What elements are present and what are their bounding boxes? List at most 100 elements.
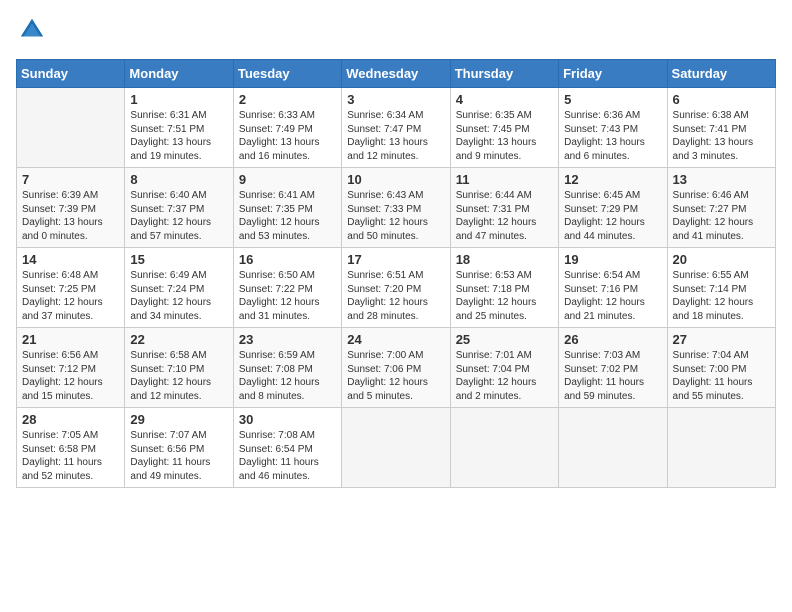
calendar-cell: 1 Sunrise: 6:31 AMSunset: 7:51 PMDaylight…	[125, 88, 233, 168]
calendar-cell: 27 Sunrise: 7:04 AMSunset: 7:00 PMDayligh…	[667, 328, 775, 408]
day-number: 25	[456, 332, 553, 347]
day-info: Sunrise: 6:40 AMSunset: 7:37 PMDaylight:…	[130, 189, 227, 243]
day-info: Sunrise: 7:05 AMSunset: 6:58 PMDaylight:…	[22, 429, 119, 483]
calendar-cell: 25 Sunrise: 7:01 AMSunset: 7:04 PMDayligh…	[450, 328, 558, 408]
day-info: Sunrise: 7:04 AMSunset: 7:00 PMDaylight:…	[673, 349, 770, 403]
week-row-1: 1 Sunrise: 6:31 AMSunset: 7:51 PMDaylight…	[17, 88, 776, 168]
day-number: 12	[564, 172, 661, 187]
day-info: Sunrise: 6:41 AMSunset: 7:35 PMDaylight:…	[239, 189, 336, 243]
logo-icon	[18, 16, 46, 44]
calendar-cell: 19 Sunrise: 6:54 AMSunset: 7:16 PMDayligh…	[559, 248, 667, 328]
weekday-header-thursday: Thursday	[450, 60, 558, 88]
day-number: 27	[673, 332, 770, 347]
day-info: Sunrise: 6:35 AMSunset: 7:45 PMDaylight:…	[456, 109, 553, 163]
calendar-cell: 26 Sunrise: 7:03 AMSunset: 7:02 PMDayligh…	[559, 328, 667, 408]
weekday-header-saturday: Saturday	[667, 60, 775, 88]
day-number: 11	[456, 172, 553, 187]
calendar-cell: 8 Sunrise: 6:40 AMSunset: 7:37 PMDaylight…	[125, 168, 233, 248]
calendar-cell: 30 Sunrise: 7:08 AMSunset: 6:54 PMDayligh…	[233, 408, 341, 488]
weekday-header-sunday: Sunday	[17, 60, 125, 88]
day-number: 19	[564, 252, 661, 267]
day-number: 2	[239, 92, 336, 107]
day-info: Sunrise: 6:48 AMSunset: 7:25 PMDaylight:…	[22, 269, 119, 323]
calendar-cell: 3 Sunrise: 6:34 AMSunset: 7:47 PMDaylight…	[342, 88, 450, 168]
day-number: 29	[130, 412, 227, 427]
day-info: Sunrise: 7:00 AMSunset: 7:06 PMDaylight:…	[347, 349, 444, 403]
calendar-cell: 18Sunrise: 6:53 AMSunset: 7:18 PMDayligh…	[450, 248, 558, 328]
day-info: Sunrise: 6:38 AMSunset: 7:41 PMDaylight:…	[673, 109, 770, 163]
day-info: Sunrise: 6:31 AMSunset: 7:51 PMDaylight:…	[130, 109, 227, 163]
day-info: Sunrise: 6:34 AMSunset: 7:47 PMDaylight:…	[347, 109, 444, 163]
day-info: Sunrise: 7:07 AMSunset: 6:56 PMDaylight:…	[130, 429, 227, 483]
day-number: 26	[564, 332, 661, 347]
day-info: Sunrise: 7:03 AMSunset: 7:02 PMDaylight:…	[564, 349, 661, 403]
calendar-cell: 7 Sunrise: 6:39 AMSunset: 7:39 PMDaylight…	[17, 168, 125, 248]
day-number: 9	[239, 172, 336, 187]
day-number: 20	[673, 252, 770, 267]
day-number: 16	[239, 252, 336, 267]
day-number: 28	[22, 412, 119, 427]
day-info: Sunrise: 7:08 AMSunset: 6:54 PMDaylight:…	[239, 429, 336, 483]
day-info: Sunrise: 6:49 AMSunset: 7:24 PMDaylight:…	[130, 269, 227, 323]
day-number: 3	[347, 92, 444, 107]
day-number: 5	[564, 92, 661, 107]
calendar-cell	[450, 408, 558, 488]
weekday-header-wednesday: Wednesday	[342, 60, 450, 88]
day-number: 1	[130, 92, 227, 107]
calendar-cell: 13 Sunrise: 6:46 AMSunset: 7:27 PMDayligh…	[667, 168, 775, 248]
day-info: Sunrise: 6:43 AMSunset: 7:33 PMDaylight:…	[347, 189, 444, 243]
weekday-header-monday: Monday	[125, 60, 233, 88]
calendar-cell: 5 Sunrise: 6:36 AMSunset: 7:43 PMDaylight…	[559, 88, 667, 168]
day-number: 23	[239, 332, 336, 347]
calendar-cell: 10 Sunrise: 6:43 AMSunset: 7:33 PMDayligh…	[342, 168, 450, 248]
day-info: Sunrise: 6:56 AMSunset: 7:12 PMDaylight:…	[22, 349, 119, 403]
calendar: SundayMondayTuesdayWednesdayThursdayFrid…	[16, 59, 776, 488]
day-number: 30	[239, 412, 336, 427]
calendar-cell: 4 Sunrise: 6:35 AMSunset: 7:45 PMDaylight…	[450, 88, 558, 168]
day-info: Sunrise: 7:01 AMSunset: 7:04 PMDaylight:…	[456, 349, 553, 403]
day-number: 6	[673, 92, 770, 107]
day-info: Sunrise: 6:39 AMSunset: 7:39 PMDaylight:…	[22, 189, 119, 243]
day-number: 17	[347, 252, 444, 267]
page-header	[16, 16, 776, 49]
week-row-3: 14 Sunrise: 6:48 AMSunset: 7:25 PMDayligh…	[17, 248, 776, 328]
day-info: Sunrise: 6:33 AMSunset: 7:49 PMDaylight:…	[239, 109, 336, 163]
day-number: 24	[347, 332, 444, 347]
day-info: Sunrise: 6:51 AMSunset: 7:20 PMDaylight:…	[347, 269, 444, 323]
weekday-header-row: SundayMondayTuesdayWednesdayThursdayFrid…	[17, 60, 776, 88]
day-info: Sunrise: 6:45 AMSunset: 7:29 PMDaylight:…	[564, 189, 661, 243]
calendar-cell: 12 Sunrise: 6:45 AMSunset: 7:29 PMDayligh…	[559, 168, 667, 248]
day-info: Sunrise: 6:36 AMSunset: 7:43 PMDaylight:…	[564, 109, 661, 163]
day-info: Sunrise: 6:59 AMSunset: 7:08 PMDaylight:…	[239, 349, 336, 403]
calendar-cell: 20 Sunrise: 6:55 AMSunset: 7:14 PMDayligh…	[667, 248, 775, 328]
day-number: 10	[347, 172, 444, 187]
day-number: 14	[22, 252, 119, 267]
calendar-cell: 29 Sunrise: 7:07 AMSunset: 6:56 PMDayligh…	[125, 408, 233, 488]
day-number: 21	[22, 332, 119, 347]
calendar-cell: 28 Sunrise: 7:05 AMSunset: 6:58 PMDayligh…	[17, 408, 125, 488]
day-number: 22	[130, 332, 227, 347]
logo	[16, 16, 46, 49]
calendar-cell: 6 Sunrise: 6:38 AMSunset: 7:41 PMDaylight…	[667, 88, 775, 168]
day-info: Sunrise: 6:54 AMSunset: 7:16 PMDaylight:…	[564, 269, 661, 323]
weekday-header-friday: Friday	[559, 60, 667, 88]
day-number: 15	[130, 252, 227, 267]
day-number: 7	[22, 172, 119, 187]
day-info: Sunrise: 6:53 AMSunset: 7:18 PMDaylight:…	[456, 269, 553, 323]
calendar-cell: 11Sunrise: 6:44 AMSunset: 7:31 PMDayligh…	[450, 168, 558, 248]
calendar-cell: 2 Sunrise: 6:33 AMSunset: 7:49 PMDaylight…	[233, 88, 341, 168]
day-info: Sunrise: 6:50 AMSunset: 7:22 PMDaylight:…	[239, 269, 336, 323]
day-number: 4	[456, 92, 553, 107]
calendar-cell	[17, 88, 125, 168]
calendar-cell: 17 Sunrise: 6:51 AMSunset: 7:20 PMDayligh…	[342, 248, 450, 328]
calendar-cell: 23 Sunrise: 6:59 AMSunset: 7:08 PMDayligh…	[233, 328, 341, 408]
day-number: 8	[130, 172, 227, 187]
week-row-4: 21 Sunrise: 6:56 AMSunset: 7:12 PMDayligh…	[17, 328, 776, 408]
day-info: Sunrise: 6:46 AMSunset: 7:27 PMDaylight:…	[673, 189, 770, 243]
day-info: Sunrise: 6:55 AMSunset: 7:14 PMDaylight:…	[673, 269, 770, 323]
calendar-cell	[559, 408, 667, 488]
calendar-cell: 16 Sunrise: 6:50 AMSunset: 7:22 PMDayligh…	[233, 248, 341, 328]
calendar-cell	[342, 408, 450, 488]
day-number: 13	[673, 172, 770, 187]
calendar-cell: 21 Sunrise: 6:56 AMSunset: 7:12 PMDayligh…	[17, 328, 125, 408]
